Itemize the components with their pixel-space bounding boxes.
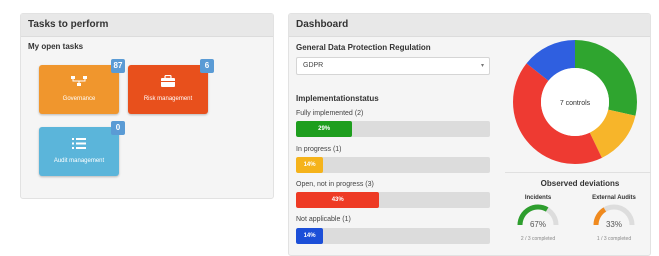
gauge-value: 67% [530,220,546,229]
progress-track: 14% [296,228,490,244]
count-badge: 0 [111,121,125,135]
regulation-select-value: GDPR [303,62,324,69]
tile-label: Risk management [143,96,193,102]
tile-label: Governance [62,96,96,102]
regulation-label: General Data Protection Regulation [296,43,431,52]
chevron-down-icon: ▾ [480,63,484,69]
progress-track: 29% [296,121,490,137]
regulation-select[interactable]: GDPR ▾ [296,57,490,75]
status-label: Not applicable (1) [296,216,351,223]
gauge-sub-external-audits: 1 / 3 completed [596,236,632,242]
controls-donut-chart: 7 controls [513,40,637,164]
org-chart-icon [39,75,119,90]
implementation-status-title: Implementationstatus [296,94,379,103]
tile-label: Audit management [53,158,105,164]
dashboard-panel-title: Dashboard [289,14,650,37]
gauge-sub-incidents: 2 / 3 completed [520,236,556,242]
progress-fill: 14% [296,228,324,244]
progress-track: 43% [296,192,490,208]
progress-fill: 29% [296,121,353,137]
tile-risk-management[interactable]: Risk management 6 [128,59,214,114]
list-icon [39,137,119,153]
incidents-gauge: 67% [517,204,559,229]
progress-fill: 14% [296,157,324,173]
gauge-title-external-audits: External Audits [592,195,636,201]
external-audits-gauge: 33% [593,204,635,229]
gauge-value: 33% [606,220,622,229]
observed-deviations-title: Observed deviations [540,179,620,188]
tile-governance[interactable]: Governance 87 [39,59,125,114]
gauge-title-incidents: Incidents [524,195,552,201]
my-open-tasks-label: My open tasks [28,42,84,51]
progress-track: 14% [296,157,490,173]
status-label: Open, not in progress (3) [296,181,374,188]
donut-center-label: 7 controls [560,100,591,107]
divider [505,172,651,173]
count-badge: 87 [111,59,125,73]
count-badge: 6 [200,59,214,73]
progress-fill: 43% [296,192,380,208]
tile-audit-management[interactable]: Audit management 0 [39,121,125,176]
status-label: In progress (1) [296,146,342,153]
status-label: Fully implemented (2) [296,110,364,117]
briefcase-icon [128,74,208,91]
tasks-panel-title: Tasks to perform [21,14,273,37]
